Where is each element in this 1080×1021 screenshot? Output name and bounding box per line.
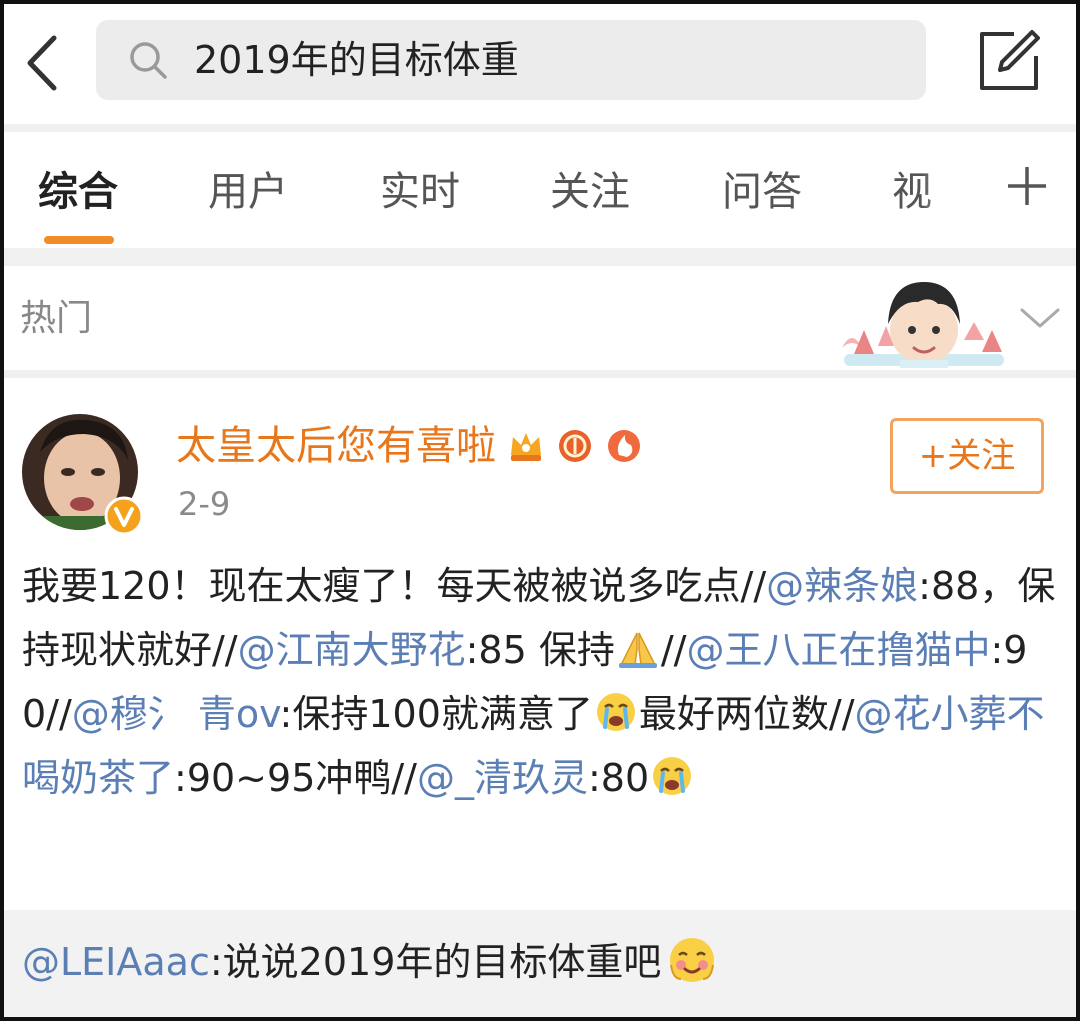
- chevron-down-icon: [1020, 308, 1060, 328]
- compose-button[interactable]: [974, 26, 1044, 96]
- tab-realtime[interactable]: 实时: [380, 164, 460, 220]
- reposted-source[interactable]: @LEIAaac:说说2019年的目标体重吧: [4, 910, 1076, 1017]
- post-text-segment: :90~95冲鸭//: [174, 756, 417, 800]
- search-header: 2019年的目标体重: [4, 4, 1076, 124]
- author-name[interactable]: 太皇太后您有喜啦: [176, 423, 496, 469]
- reposted-text: @LEIAaac:说说2019年的目标体重吧: [22, 934, 719, 990]
- compose-icon: [980, 30, 1040, 90]
- flame-badge-icon: [608, 430, 641, 462]
- verified-v-icon: [104, 496, 144, 536]
- post-text-segment: :80: [588, 756, 650, 800]
- reposted-text-body: :说说2019年的目标体重吧: [209, 940, 662, 984]
- post-text-segment: //: [660, 628, 687, 672]
- weibo-post: 太皇太后您有喜啦 2-9 +关注 我要120！现在太瘦了！每天被被说多吃点//@…: [4, 378, 1076, 908]
- follow-button[interactable]: +关注: [890, 418, 1044, 494]
- tab-qa[interactable]: 问答: [722, 164, 802, 220]
- tab-users[interactable]: 用户: [208, 164, 288, 220]
- mention-link[interactable]: @_清玖灵: [417, 756, 588, 800]
- praying-hands-emoji: [618, 632, 657, 668]
- mention-link[interactable]: @LEIAaac: [22, 940, 210, 984]
- search-query: 2019年的目标体重: [194, 38, 519, 82]
- search-tabs: 综合 用户 实时 关注 问答 视: [4, 132, 1076, 248]
- mention-link[interactable]: @江南大野花: [238, 628, 466, 672]
- post-date: 2-9: [178, 485, 231, 523]
- crying-face-emoji: [596, 693, 635, 731]
- search-icon: [130, 42, 167, 79]
- vip-crown-icon: [511, 433, 542, 461]
- post-text-segment: :保持100就满意了: [279, 692, 593, 736]
- active-tab-indicator: [44, 236, 114, 244]
- back-button[interactable]: [18, 28, 70, 98]
- chevron-left-icon: [27, 35, 57, 91]
- mention-link[interactable]: @王八正在撸猫中: [686, 628, 990, 672]
- hot-label: 热门: [20, 298, 93, 339]
- expand-button[interactable]: [1018, 300, 1062, 336]
- tab-fade: [922, 152, 982, 232]
- post-text-segment: 我要120！现在太瘦了！每天被被说多吃点//: [22, 564, 767, 608]
- crying-face-emoji: [653, 757, 692, 795]
- divider: [4, 248, 1076, 266]
- mention-link[interactable]: @辣条娘: [766, 564, 918, 608]
- mention-link[interactable]: @穆氵 青ov: [72, 692, 280, 736]
- post-text-segment: :85 保持: [465, 628, 615, 672]
- search-input[interactable]: 2019年的目标体重: [96, 20, 926, 100]
- plus-icon: [1008, 167, 1046, 205]
- divider: [4, 370, 1076, 378]
- author-row: 太皇太后您有喜啦: [176, 416, 643, 476]
- more-tabs-button[interactable]: [1004, 156, 1050, 216]
- tab-all[interactable]: 综合: [38, 164, 118, 220]
- app-screen: 2019年的目标体重 综合 用户 实时 关注 问答 视 热门 太皇太后您有喜啦 …: [0, 0, 1080, 1021]
- fortune-badge-icon: [559, 430, 592, 462]
- divider: [4, 124, 1076, 132]
- avatar[interactable]: [20, 412, 144, 536]
- hot-banner-illustration: [834, 268, 1010, 368]
- blushing-face-emoji: [670, 938, 715, 982]
- hot-section-header: 热门: [4, 266, 1076, 370]
- post-text-segment: 最好两位数//: [638, 692, 855, 736]
- tab-following[interactable]: 关注: [550, 164, 630, 220]
- post-text: 我要120！现在太瘦了！每天被被说多吃点//@辣条娘:88，保持现状就好//@江…: [22, 554, 1062, 810]
